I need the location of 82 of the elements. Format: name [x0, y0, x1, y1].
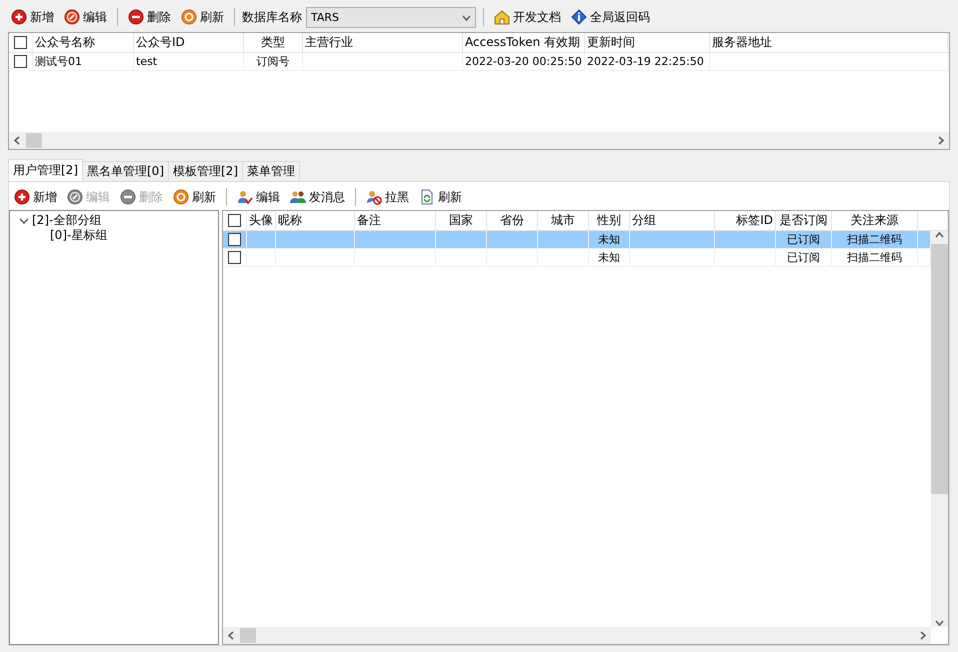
select-all-checkbox[interactable] [228, 214, 241, 227]
table-row[interactable]: 测试号01 test 订阅号 2022-03-20 00:25:50 2022-03-19 22:25:50 [9, 53, 949, 71]
row-checkbox[interactable] [228, 251, 241, 264]
select-all-checkbox[interactable] [14, 36, 27, 49]
table-cell: test [136, 55, 158, 68]
users-icon [290, 189, 306, 205]
minus-icon [120, 189, 136, 205]
horizontal-scrollbar[interactable] [9, 132, 949, 149]
column-header[interactable]: 国家 [436, 211, 487, 230]
column-header[interactable]: 类型 [244, 33, 303, 52]
toolbar-button[interactable]: 新增 [11, 186, 60, 208]
toolbar-button[interactable]: 编辑 [234, 186, 283, 208]
database-label: 数据库名称 [242, 8, 302, 26]
row-checkbox[interactable] [14, 55, 27, 68]
minus-icon [128, 9, 144, 25]
table-cell: 未知 [598, 232, 620, 247]
column-header[interactable]: 公众号名称 [33, 33, 134, 52]
column-header[interactable]: AccessToken 有效期 [463, 33, 585, 52]
column-header[interactable]: 省份 [487, 211, 538, 230]
toolbar-button[interactable]: 刷新 [416, 186, 465, 208]
scroll-thumb[interactable] [931, 244, 948, 494]
table-cell: 测试号01 [35, 54, 82, 69]
column-header[interactable]: 主营行业 [303, 33, 463, 52]
table-cell: 扫描二维码 [847, 250, 902, 265]
toolbar-button[interactable]: 拉黑 [363, 186, 412, 208]
table-cell: 已订阅 [787, 250, 820, 265]
column-header[interactable]: 标签ID [715, 211, 776, 230]
refresh-icon [173, 189, 189, 205]
plus-icon [14, 189, 30, 205]
toolbar-button[interactable]: 新增 [8, 6, 57, 28]
user-check-icon [237, 189, 253, 205]
pencil-icon [64, 9, 80, 25]
table-cell: 扫描二维码 [847, 232, 902, 247]
table-row[interactable]: 未知 已订阅 扫描二维码 [223, 249, 931, 267]
toolbar-button[interactable]: 刷新 [170, 186, 219, 208]
toolbar-button[interactable]: 编辑 [61, 6, 110, 28]
info-icon [571, 9, 587, 25]
tree-item[interactable]: [2]-全部分组 [32, 212, 102, 229]
table-cell: 已订阅 [787, 232, 820, 247]
horizontal-scrollbar[interactable] [223, 627, 931, 644]
scroll-right-icon[interactable] [936, 136, 945, 145]
dropdown-caret-icon[interactable] [462, 12, 471, 22]
toolbar-button[interactable]: 发消息 [287, 186, 348, 208]
scroll-left-icon[interactable] [13, 136, 22, 145]
plus-icon [11, 9, 27, 25]
scroll-up-icon[interactable] [935, 231, 944, 240]
column-header[interactable]: 公众号ID [134, 33, 244, 52]
tree-item[interactable]: [0]-星标组 [50, 227, 108, 244]
table-cell: 2022-03-19 22:25:50 [587, 55, 704, 68]
toolbar-button[interactable]: 删除 [125, 6, 174, 28]
column-header[interactable]: 头像 [247, 211, 276, 230]
column-header[interactable]: 分组 [630, 211, 715, 230]
pencil-icon [67, 189, 83, 205]
scroll-down-icon[interactable] [935, 618, 944, 627]
table-cell: 订阅号 [256, 54, 290, 69]
document-refresh-icon [419, 189, 435, 205]
column-header[interactable]: 服务器地址 [710, 33, 948, 52]
column-header[interactable]: 关注来源 [832, 211, 918, 230]
toolbar-button[interactable]: 刷新 [178, 6, 227, 28]
column-header[interactable]: 备注 [355, 211, 436, 230]
tab[interactable]: 菜单管理 [242, 161, 300, 181]
row-checkbox[interactable] [228, 233, 241, 246]
column-header[interactable]: 昵称 [276, 211, 355, 230]
database-select[interactable]: TARS [306, 6, 476, 28]
table-cell: 2022-03-20 00:25:50 [465, 55, 582, 68]
user-blocked-icon [366, 189, 382, 205]
column-header[interactable]: 更新时间 [585, 33, 710, 52]
table-row[interactable]: 未知 已订阅 扫描二维码 [223, 231, 931, 249]
refresh-icon [181, 9, 197, 25]
tab[interactable]: 用户管理[2] [8, 159, 83, 181]
column-header[interactable]: 性别 [589, 211, 630, 230]
vertical-scrollbar[interactable] [931, 231, 948, 627]
scroll-thumb[interactable] [26, 133, 42, 148]
toolbar-button[interactable]: 全局返回码 [568, 6, 653, 28]
table-cell: 未知 [598, 250, 620, 265]
column-header[interactable]: 是否订阅 [776, 211, 832, 230]
column-header[interactable]: 城市 [538, 211, 589, 230]
house-icon [494, 9, 510, 25]
scroll-thumb[interactable] [240, 628, 256, 643]
toolbar-button[interactable]: 开发文档 [491, 6, 564, 28]
scroll-left-icon[interactable] [227, 631, 236, 640]
scroll-right-icon[interactable] [918, 631, 927, 640]
